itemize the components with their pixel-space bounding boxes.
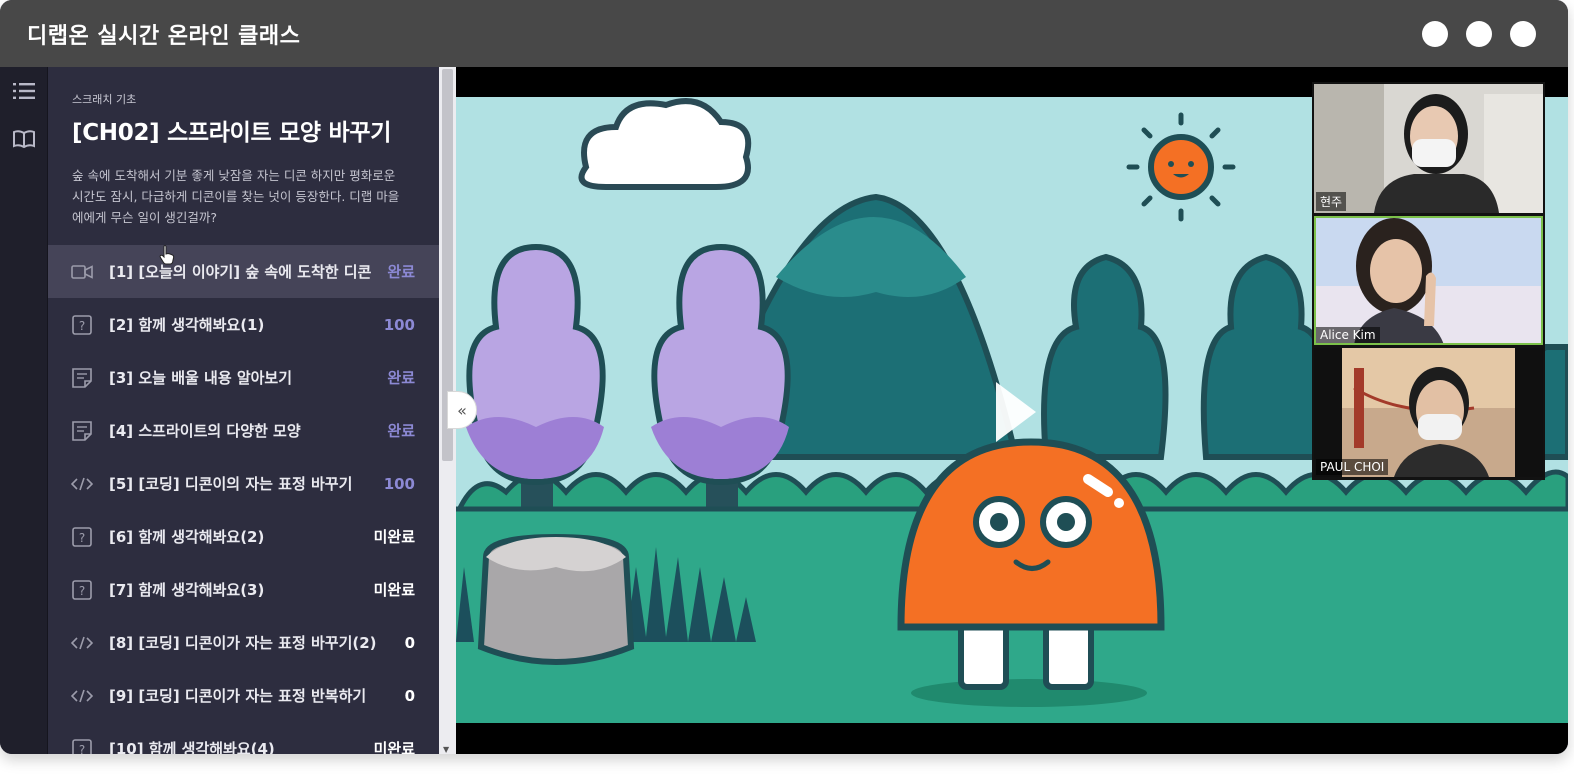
participant-name: PAUL CHOI <box>1316 459 1389 475</box>
lesson-status: 0 <box>404 686 415 705</box>
window-controls <box>1422 21 1536 47</box>
window-title: 디랩온 실시간 온라인 클래스 <box>27 23 301 49</box>
lesson-item-1[interactable]: [1] [오늘의 이야기] 숲 속에 도착한 디콘 완료 <box>48 245 439 298</box>
lesson-status: 미완료 <box>373 740 415 754</box>
participant-video <box>1314 348 1543 477</box>
note-icon <box>70 366 94 390</box>
lesson-title: [8] [코딩] 디콘이가 자는 표정 바꾸기(2) <box>109 634 377 652</box>
app-window: 디랩온 실시간 온라인 클래스 스크래치 기초 [CH02] 스프라이트 모양 … <box>0 0 1568 754</box>
lesson-title: [6] 함께 생각해봐요(2) <box>109 528 265 546</box>
lesson-status: 완료 <box>387 369 415 387</box>
scroll-down-arrow-icon[interactable]: ▼ <box>443 745 449 754</box>
participant-name: 현주 <box>1316 192 1347 211</box>
double-chevron-left-icon: « <box>457 400 467 420</box>
participant-tile-2[interactable]: Alice Kim <box>1314 216 1543 345</box>
participant-tile-3[interactable]: PAUL CHOI <box>1314 348 1543 477</box>
book-icon <box>13 130 35 149</box>
video-icon <box>70 260 94 284</box>
svg-text:?: ? <box>79 319 85 333</box>
lesson-status: 0 <box>404 633 415 652</box>
course-panel: 스크래치 기초 [CH02] 스프라이트 모양 바꾸기 숲 속에 도착해서 기분… <box>48 67 439 754</box>
quiz-icon: ? <box>70 313 94 337</box>
lesson-item-9[interactable]: [9] [코딩] 디콘이가 자는 표정 반복하기 0 <box>48 669 439 722</box>
lesson-item-8[interactable]: [8] [코딩] 디콘이가 자는 표정 바꾸기(2) 0 <box>48 616 439 669</box>
window-control-button[interactable] <box>1422 21 1448 47</box>
lesson-list: [1] [오늘의 이야기] 숲 속에 도착한 디콘 완료 ? [2] 함께 생각… <box>48 245 439 754</box>
lesson-item-7[interactable]: ? [7] 함께 생각해봐요(3) 미완료 <box>48 563 439 616</box>
participant-video <box>1314 216 1543 345</box>
hand-cursor-icon <box>159 245 175 265</box>
lesson-title: [5] [코딩] 디콘이의 자는 표정 바꾸기 <box>109 475 353 493</box>
lesson-item-5[interactable]: [5] [코딩] 디콘이의 자는 표정 바꾸기 100 <box>48 457 439 510</box>
lesson-title: [2] 함께 생각해봐요(1) <box>109 316 265 334</box>
lesson-title: [10] 함께 생각해봐요(4) <box>109 740 275 754</box>
window-control-button[interactable] <box>1466 21 1492 47</box>
lesson-title: [7] 함께 생각해봐요(3) <box>109 581 265 599</box>
code-icon <box>70 684 94 708</box>
note-icon <box>70 419 94 443</box>
side-rail <box>0 67 48 754</box>
quiz-icon: ? <box>70 578 94 602</box>
participant-tile-1[interactable]: 현주 <box>1314 84 1543 213</box>
course-breadcrumb: 스크래치 기초 <box>72 93 137 106</box>
lesson-title: [9] [코딩] 디콘이가 자는 표정 반복하기 <box>109 687 367 705</box>
lesson-status: 완료 <box>387 422 415 440</box>
chapter-description: 숲 속에 도착해서 기분 좋게 낮잠을 자는 디콘 하지만 평화로운 시간도 잠… <box>72 168 400 225</box>
lesson-item-10[interactable]: ? [10] 함께 생각해봐요(4) 미완료 <box>48 722 439 754</box>
book-toggle-button[interactable] <box>0 115 48 163</box>
quiz-icon: ? <box>70 525 94 549</box>
svg-text:?: ? <box>79 584 85 598</box>
svg-text:?: ? <box>79 531 85 545</box>
lesson-status: 미완료 <box>373 528 415 546</box>
lesson-status: 완료 <box>387 263 415 281</box>
lesson-item-6[interactable]: ? [6] 함께 생각해봐요(2) 미완료 <box>48 510 439 563</box>
chapter-title: [CH02] 스프라이트 모양 바꾸기 <box>72 120 392 146</box>
participant-name: Alice Kim <box>1316 327 1380 343</box>
lesson-status: 미완료 <box>373 581 415 599</box>
list-toggle-button[interactable] <box>0 67 48 115</box>
course-header: 스크래치 기초 [CH02] 스프라이트 모양 바꾸기 숲 속에 도착해서 기분… <box>48 67 439 228</box>
svg-text:?: ? <box>79 743 85 755</box>
quiz-icon: ? <box>70 737 94 755</box>
title-bar: 디랩온 실시간 온라인 클래스 <box>0 0 1568 67</box>
code-icon <box>70 631 94 655</box>
lesson-status: 100 <box>383 474 415 493</box>
lesson-title: [1] [오늘의 이야기] 숲 속에 도착한 디콘 <box>109 263 372 281</box>
lesson-item-4[interactable]: [4] 스프라이트의 다양한 모양 완료 <box>48 404 439 457</box>
lesson-item-3[interactable]: [3] 오늘 배울 내용 알아보기 완료 <box>48 351 439 404</box>
code-icon <box>70 472 94 496</box>
participant-video <box>1314 84 1543 213</box>
lesson-item-2[interactable]: ? [2] 함께 생각해봐요(1) 100 <box>48 298 439 351</box>
window-control-button[interactable] <box>1510 21 1536 47</box>
list-icon <box>13 83 35 99</box>
lesson-title: [4] 스프라이트의 다양한 모양 <box>109 422 301 440</box>
lesson-status: 100 <box>383 315 415 334</box>
participant-gallery: 현주 Alice Kim PAUL CHOI <box>1312 82 1545 480</box>
lesson-title: [3] 오늘 배울 내용 알아보기 <box>109 369 293 387</box>
